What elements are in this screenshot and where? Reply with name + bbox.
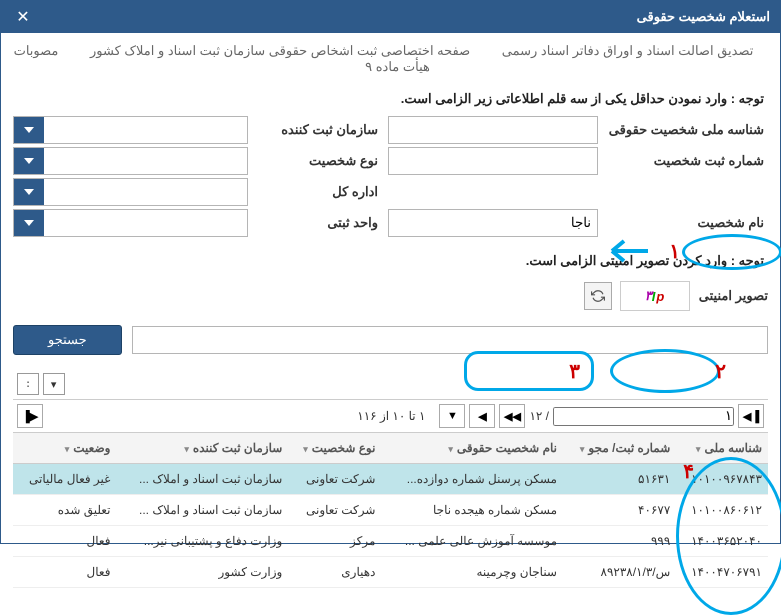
dropdown-gen-dept[interactable] [13,178,248,206]
col-org[interactable]: سازمان ثبت کننده▾ [116,433,288,464]
pager: ▐◀ / ۱۲ ◀◀ ◀ ▼ ۱ تا ۱۰ از ۱۱۶ ▶▐ [13,399,768,433]
table-row[interactable]: ۱۰۱۰۰۹۶۷۸۴۳۵۱۶۳۱مسکن پرسنل شماره دوازده.… [13,464,768,495]
grid-menu-button[interactable]: ∶ [17,373,39,395]
cell-type: شرکت تعاونی [288,495,381,526]
label-captcha: تصویر امنیتی [698,288,768,304]
cell-type: مرکز [288,526,381,557]
cell-name: مسکن پرسنل شماره دوازده... [381,464,563,495]
cell-national_id: ۱۰۱۰۰۸۶۰۶۱۲ [676,495,768,526]
chevron-down-icon [14,179,44,205]
cell-status: غیر فعال مالیاتی [13,464,116,495]
cell-org: وزارت کشور [116,557,288,588]
cell-type: شرکت تعاونی [288,464,381,495]
input-entity-name[interactable] [388,209,598,237]
pager-range: ۱ تا ۱۰ از ۱۱۶ [357,409,425,423]
cell-reg_no: ۹۹۹ [563,526,676,557]
chevron-down-icon [14,117,44,143]
label-reg-org: سازمان ثبت کننده [258,122,378,138]
pager-last[interactable]: ▶▐ [17,404,43,428]
cell-reg_no: ۴۰۶۷۷ [563,495,676,526]
pager-first[interactable]: ▐◀ [738,404,764,428]
dropdown-reg-org[interactable] [13,116,248,144]
label-unit: واحد ثبتی [258,215,378,231]
cell-name: سناجان وچرمینه [381,557,563,588]
label-type: نوع شخصیت [258,153,378,169]
pager-filter[interactable]: ▼ [439,404,465,428]
label-entity-name: نام شخصیت [608,215,768,231]
cell-org: وزارت دفاع و پشتیبانی نیر... [116,526,288,557]
input-captcha[interactable] [132,326,768,354]
table-row[interactable]: ۱۴۰۰۳۶۵۲۰۴۰۹۹۹موسسه آموزش عالی علمی ...م… [13,526,768,557]
dropdown-unit[interactable] [13,209,248,237]
captcha-image: pI۳ [620,281,690,311]
cell-name: موسسه آموزش عالی علمی ... [381,526,563,557]
col-national-id[interactable]: شناسه ملی▾ [676,433,768,464]
pager-total: ۱۲ [529,409,542,423]
input-national-id[interactable] [388,116,598,144]
input-reg-no[interactable] [388,147,598,175]
grid-settings-button[interactable]: ▾ [43,373,65,395]
col-reg-no[interactable]: شماره ثبت/ مجو▾ [563,433,676,464]
cell-status: فعال [13,557,116,588]
col-type[interactable]: نوع شخصیت▾ [288,433,381,464]
cell-national_id: ۱۴۰۰۴۷۰۶۷۹۱ [676,557,768,588]
link-bar: تصدیق اصالت اسناد و اوراق دفاتر اسناد رس… [1,33,780,79]
cell-org: سازمان ثبت اسناد و املاک ... [116,495,288,526]
chevron-down-icon [14,210,44,236]
note-required-fields: توجه : وارد نمودن حداقل یکی از سه قلم اط… [13,85,768,113]
note-captcha: توجه : وارد کردن تصویر امنیتی الزامی است… [13,247,768,275]
label-gen-dept: اداره کل [258,184,378,200]
pager-prev[interactable]: ◀◀ [499,404,525,428]
refresh-icon [591,289,605,303]
close-button[interactable]: ✕ [11,7,35,27]
label-national-id: شناسه ملی شخصیت حقوقی [608,122,768,138]
cell-national_id: ۱۴۰۰۳۶۵۲۰۴۰ [676,526,768,557]
cell-reg_no: س/۸۹۲۳۸/۱/۳ [563,557,676,588]
link-authenticity[interactable]: تصدیق اصالت اسناد و اوراق دفاتر اسناد رس… [502,43,754,58]
dropdown-type[interactable] [13,147,248,175]
cell-status: فعال [13,526,116,557]
col-status[interactable]: وضعیت▾ [13,433,116,464]
window-title: استعلام شخصیت حقوقی [637,9,770,25]
search-button[interactable]: جستجو [13,325,122,355]
table-row[interactable]: ۱۴۰۰۴۷۰۶۷۹۱س/۸۹۲۳۸/۱/۳سناجان وچرمینهدهیا… [13,557,768,588]
cell-national_id: ۱۰۱۰۰۹۶۷۸۴۳ [676,464,768,495]
col-name[interactable]: نام شخصیت حقوقی▾ [381,433,563,464]
results-table: شناسه ملی▾ شماره ثبت/ مجو▾ نام شخصیت حقو… [13,433,768,588]
cell-status: تعلیق شده [13,495,116,526]
captcha-refresh-button[interactable] [584,282,612,310]
cell-type: دهیاری [288,557,381,588]
cell-reg_no: ۵۱۶۳۱ [563,464,676,495]
cell-org: سازمان ثبت اسناد و املاک ... [116,464,288,495]
chevron-down-icon [14,148,44,174]
link-registry[interactable]: صفحه اختصاصی ثبت اشخاص حقوقی سازمان ثبت … [90,43,470,58]
pager-current-input[interactable] [553,407,734,426]
pager-next[interactable]: ◀ [469,404,495,428]
cell-name: مسکن شماره هیجده ناجا [381,495,563,526]
table-row[interactable]: ۱۰۱۰۰۸۶۰۶۱۲۴۰۶۷۷مسکن شماره هیجده ناجاشرک… [13,495,768,526]
label-reg-no: شماره ثبت شخصیت [608,153,768,169]
